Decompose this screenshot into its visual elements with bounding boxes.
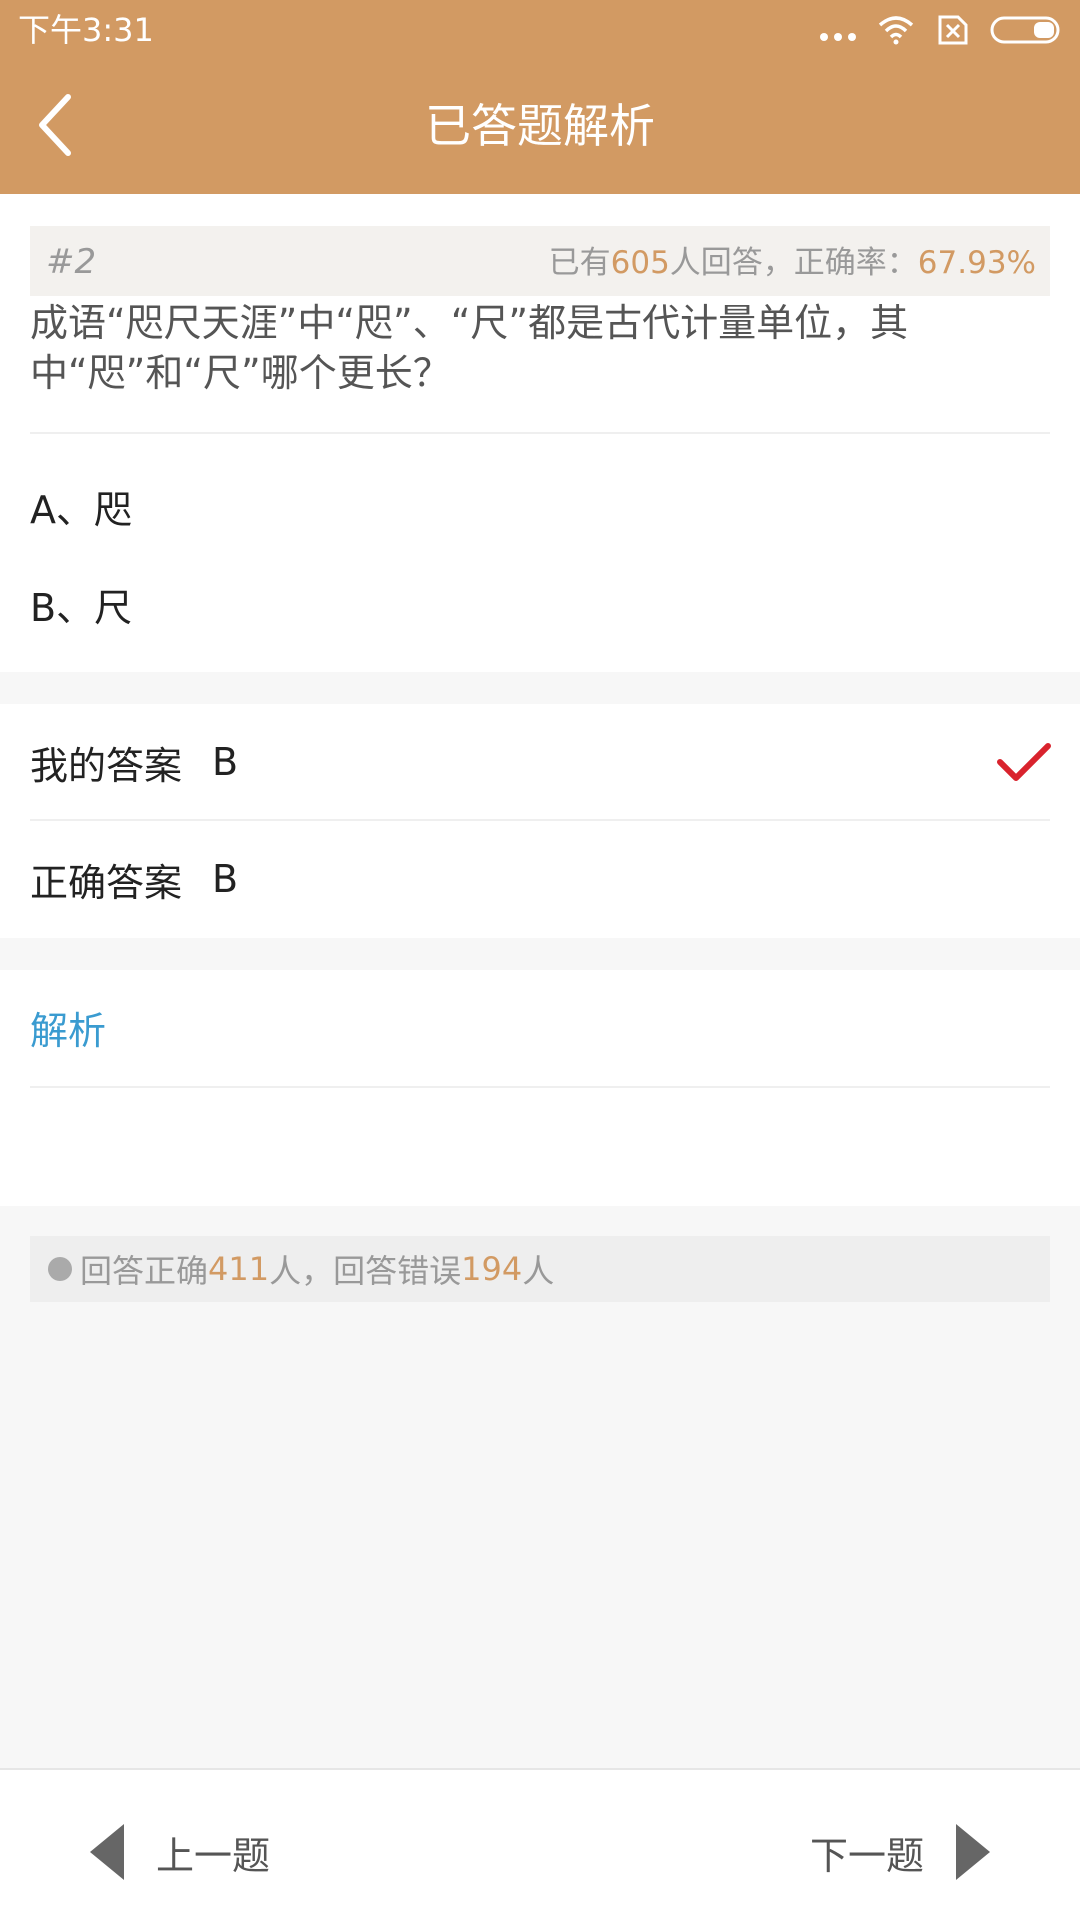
option-b[interactable]: B、尺 bbox=[0, 544, 1080, 664]
summary-suffix: 人 bbox=[522, 1252, 555, 1290]
status-time: 下午3:31 bbox=[18, 11, 154, 49]
battery-icon bbox=[990, 16, 1060, 44]
wifi-icon bbox=[878, 16, 914, 45]
question-number: #2 bbox=[46, 242, 97, 282]
header: 已答题解析 bbox=[0, 60, 1080, 194]
my-answer-label: 我的答案 bbox=[30, 743, 183, 788]
wrong-count: 194 bbox=[461, 1250, 523, 1288]
answer-card: 我的答案 B 正确答案 B bbox=[0, 704, 1080, 938]
status-bar: 下午3:31 bbox=[0, 0, 1080, 60]
prev-question-button[interactable]: 上一题 bbox=[90, 1820, 270, 1884]
no-sim-icon bbox=[938, 15, 968, 45]
prev-question-label: 上一题 bbox=[156, 1833, 271, 1878]
page-title: 已答题解析 bbox=[425, 99, 655, 153]
triangle-right-icon bbox=[956, 1824, 990, 1880]
triangle-left-icon bbox=[90, 1824, 124, 1880]
correct-answer-value: B bbox=[212, 857, 239, 901]
checkmark-icon bbox=[997, 743, 1051, 781]
answer-summary: 回答正确 411 人，回答错误 194 人 bbox=[30, 1236, 1050, 1302]
question-card: #2 已有605人回答，正确率：67.93% 成语“咫尺天涯”中“咫”、“尺”都… bbox=[0, 194, 1080, 672]
summary-correct-prefix: 回答正确 bbox=[80, 1252, 209, 1290]
correct-answer-label: 正确答案 bbox=[30, 860, 183, 905]
question-text: 成语“咫尺天涯”中“咫”、“尺”都是古代计量单位，其中“咫”和“尺”哪个更长？ bbox=[30, 301, 909, 395]
analysis-card: 解析 bbox=[0, 970, 1080, 1206]
analysis-title: 解析 bbox=[30, 1009, 107, 1053]
my-answer-row: 我的答案 B bbox=[0, 704, 1080, 820]
divider bbox=[30, 1086, 1050, 1088]
bottom-nav: 上一题 下一题 bbox=[0, 1768, 1080, 1920]
more-dots-icon bbox=[820, 12, 856, 48]
correct-answer-row: 正确答案 B bbox=[0, 821, 1080, 937]
top-bar: 下午3:31 已答题解析 bbox=[0, 0, 1080, 194]
stats-middle: 人回答，正确率： bbox=[669, 245, 918, 281]
bullet-icon bbox=[48, 1257, 72, 1281]
summary-middle: 人，回答错误 bbox=[269, 1252, 462, 1290]
question-stats: 已有605人回答，正确率：67.93% bbox=[549, 244, 1036, 282]
next-question-label: 下一题 bbox=[809, 1833, 924, 1878]
answer-count: 605 bbox=[610, 245, 670, 281]
next-question-button[interactable]: 下一题 bbox=[810, 1820, 990, 1884]
divider bbox=[30, 432, 1050, 434]
my-answer-value: B bbox=[212, 740, 239, 784]
question-meta: #2 已有605人回答，正确率：67.93% bbox=[30, 226, 1050, 296]
stats-prefix: 已有 bbox=[548, 245, 611, 281]
status-icons bbox=[820, 12, 1062, 48]
correct-count: 411 bbox=[208, 1250, 270, 1288]
accuracy-rate: 67.93% bbox=[917, 245, 1036, 281]
